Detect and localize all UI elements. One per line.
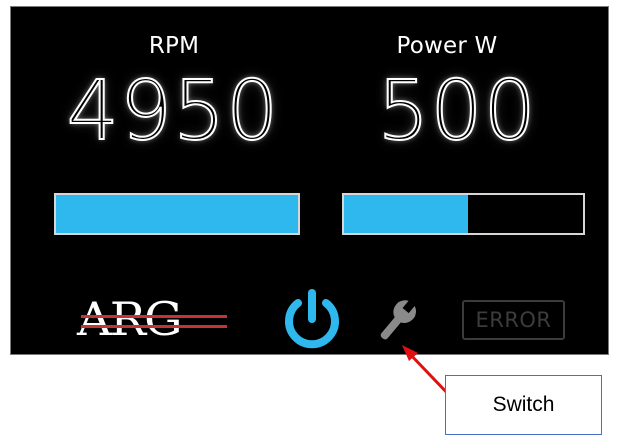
rpm-label: RPM [148, 33, 200, 59]
arg-logo: ARG [77, 289, 237, 349]
rpm-value: 4950 [66, 64, 280, 159]
device-display-panel: RPM Power W 4950 500 ARG ERROR [10, 6, 609, 355]
error-indicator: ERROR [462, 300, 565, 340]
power-icon [285, 289, 339, 349]
rpm-level-fill [56, 195, 298, 233]
rpm-level-bar [54, 193, 300, 235]
logo-stripe [81, 325, 227, 328]
logo-stripe [81, 315, 227, 318]
power-button[interactable] [281, 287, 343, 353]
arg-logo-text: ARG [77, 292, 183, 346]
power-level-fill [344, 195, 469, 233]
switch-callout-label: Switch [445, 375, 602, 435]
power-level-bar [342, 193, 585, 235]
power-label: Power W [396, 33, 498, 59]
power-value: 500 [376, 64, 537, 159]
